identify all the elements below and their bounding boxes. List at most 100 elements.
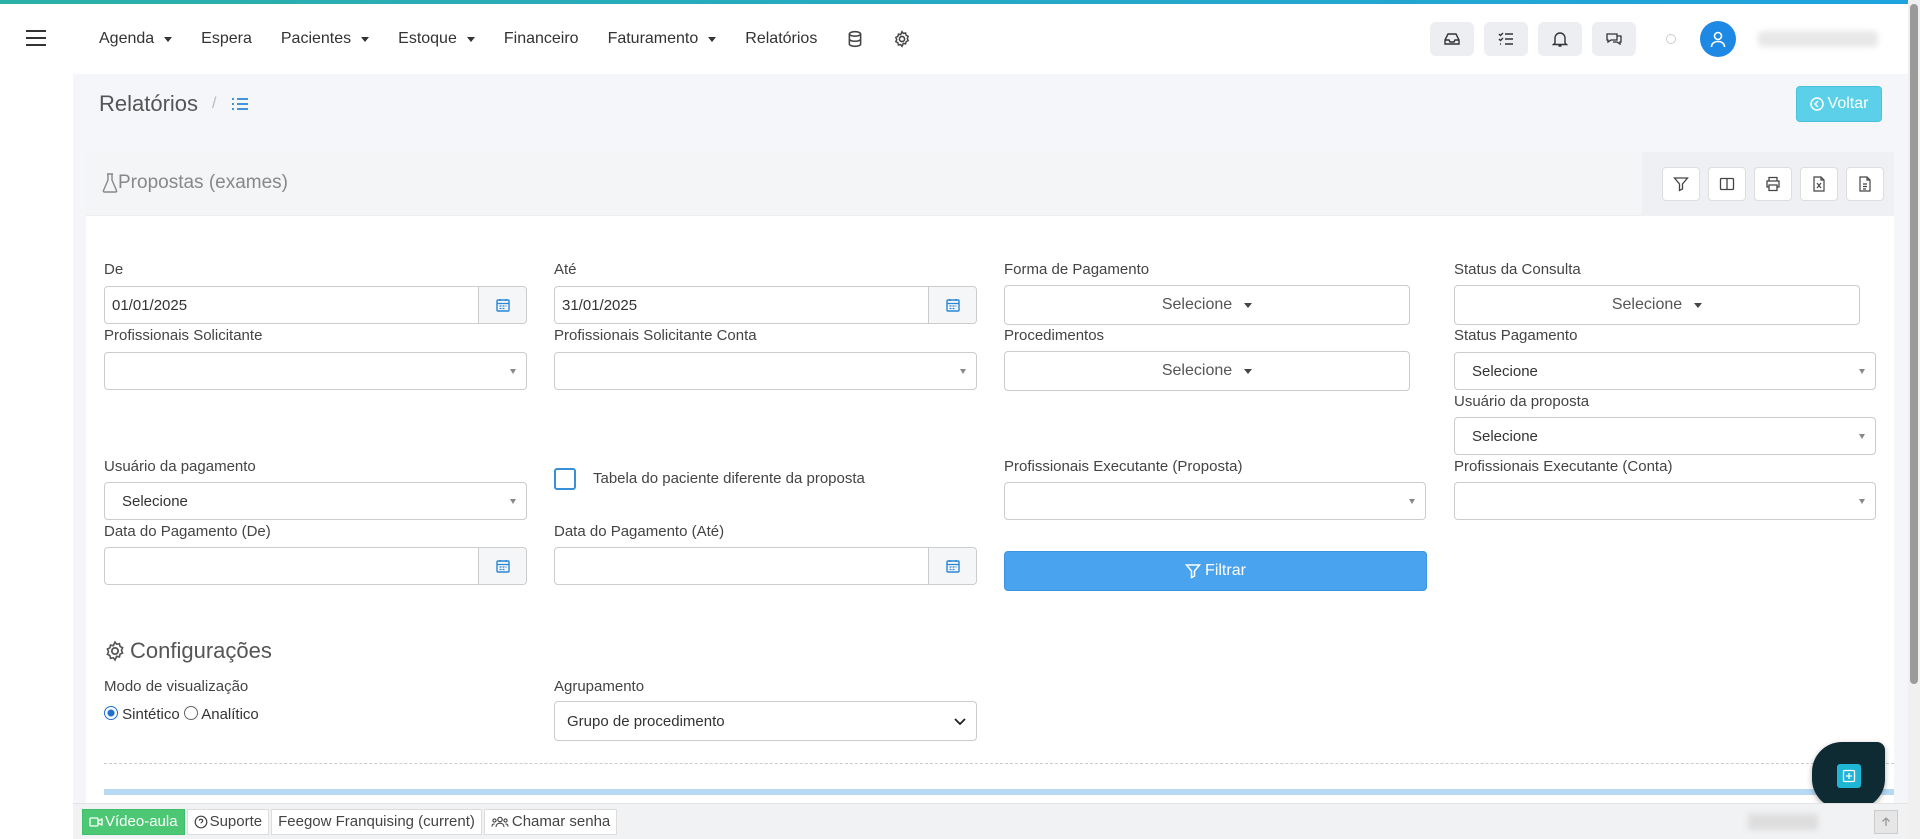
chat-widget-icon [1836,763,1861,788]
page-scrollbar[interactable] [1908,0,1920,839]
inbox-button[interactable] [1430,22,1474,56]
franquia-label: Feegow Franquising (current) [278,813,475,830]
select-value: Grupo de procedimento [567,712,725,730]
scrollbar-thumb[interactable] [1910,4,1918,684]
agrupamento-select[interactable]: Grupo de procedimento [554,701,977,741]
list-icon[interactable] [231,96,249,112]
tasks-button[interactable] [1484,22,1528,56]
chat-button[interactable] [1592,22,1636,56]
nav-relatorios[interactable]: Relatórios [745,30,817,48]
prof-solicitante-select[interactable] [104,352,527,390]
columns-tool-button[interactable] [1708,167,1746,201]
excel-icon [1813,176,1825,192]
breadcrumb: Relatórios / Voltar [73,74,1908,134]
left-sidebar-gutter [0,74,73,839]
data-pag-de-field[interactable] [104,547,527,585]
dropdown-arrow-icon [1859,369,1865,374]
prof-exec-conta-select[interactable] [1454,482,1876,520]
scroll-top-button[interactable] [1874,810,1898,834]
nav-pacientes[interactable]: Pacientes [281,30,370,48]
dropdown-arrow-icon [510,369,516,374]
dropdown-arrow-icon [1859,499,1865,504]
franquia-selector[interactable]: Feegow Franquising (current) [271,808,482,835]
caret-down-icon [466,36,475,42]
analitico-radio[interactable] [183,706,198,720]
nav-financeiro[interactable]: Financeiro [504,30,579,48]
status-indicator [1666,34,1676,44]
calendar-button[interactable] [928,287,976,323]
calendar-icon [945,560,960,573]
calendar-icon [495,299,510,312]
filter-tool-button[interactable] [1662,167,1700,201]
caret-down-icon [1244,368,1253,374]
caret-down-icon [1694,302,1703,308]
calendar-icon [495,560,510,573]
nav-espera[interactable]: Espera [201,30,252,48]
back-button-label: Voltar [1827,95,1869,112]
user-name-redacted [1758,31,1878,47]
filter-icon [1185,564,1202,579]
database-icon[interactable] [846,30,864,48]
print-tool-button[interactable] [1754,167,1792,201]
breadcrumb-separator: / [212,95,217,112]
chamar-senha-button[interactable]: Chamar senha [483,808,618,835]
users-icon [491,816,509,827]
filter-button[interactable]: Filtrar [1004,551,1427,591]
ate-date-field[interactable] [554,286,977,324]
columns-icon [1719,177,1735,191]
calendar-button[interactable] [478,287,526,323]
footer-bar: Vídeo-aula Suporte Feegow Franquising (c… [73,803,1908,839]
filter-button-label: Filtrar [1205,562,1246,579]
select-value: Selecione [1611,296,1683,313]
forma-pagamento-select[interactable]: Selecione [1004,285,1410,325]
agrupamento-label: Agrupamento [554,678,645,695]
select-value: Selecione [1161,362,1233,379]
gear-icon [106,640,124,662]
inbox-icon [1444,33,1460,45]
usuario-pagamento-select[interactable]: Selecione [104,482,527,520]
prof-exec-proposta-select[interactable] [1004,482,1426,520]
select-value: Selecione [1472,427,1538,445]
filter-icon [1673,177,1689,192]
de-date-field[interactable] [104,286,527,324]
suporte-button[interactable]: Suporte [186,808,270,835]
data-pag-ate-field[interactable] [554,547,977,585]
select-value: Selecione [1472,362,1538,380]
support-chat-button[interactable] [1812,742,1885,809]
de-input[interactable] [105,287,478,323]
notifications-button[interactable] [1538,22,1582,56]
excel-tool-button[interactable] [1800,167,1838,201]
tabela-diferente-checkbox[interactable] [554,468,576,490]
status-consulta-select[interactable]: Selecione [1454,285,1860,325]
modo-visualizacao-label: Modo de visualização [104,678,249,695]
sintetico-radio[interactable] [104,706,118,720]
nav-agenda[interactable]: Agenda [99,30,173,48]
nav-label: Financeiro [503,30,579,47]
nav-estoque[interactable]: Estoque [398,30,475,48]
data-pag-de-input[interactable] [105,548,478,584]
nav-label: Estoque [398,30,457,47]
sintetico-label: Sintético [122,706,180,723]
avatar[interactable] [1700,21,1736,57]
data-pag-ate-input[interactable] [555,548,928,584]
flask-icon [102,173,118,193]
usuario-proposta-select[interactable]: Selecione [1454,417,1876,455]
calendar-button[interactable] [928,548,976,584]
status-pagamento-select[interactable]: Selecione [1454,352,1876,390]
chat-icon [1606,33,1622,46]
hamburger-menu-icon[interactable] [26,30,46,46]
procedimentos-select[interactable]: Selecione [1004,351,1410,391]
prof-solicitante-conta-select[interactable] [554,352,977,390]
back-button[interactable]: Voltar [1796,86,1882,122]
pdf-tool-button[interactable] [1846,167,1884,201]
calendar-button[interactable] [478,548,526,584]
nav-label: Faturamento [607,30,699,47]
prof-solicitante-conta-label: Profissionais Solicitante Conta [554,327,757,344]
nav-faturamento[interactable]: Faturamento [608,30,717,48]
status-consulta-label: Status da Consulta [1454,261,1581,278]
gear-icon[interactable] [893,30,911,48]
ate-input[interactable] [555,287,928,323]
select-value: Selecione [122,492,188,510]
nav-label: Relatórios [745,30,818,47]
video-aula-button[interactable]: Vídeo-aula [82,808,185,835]
